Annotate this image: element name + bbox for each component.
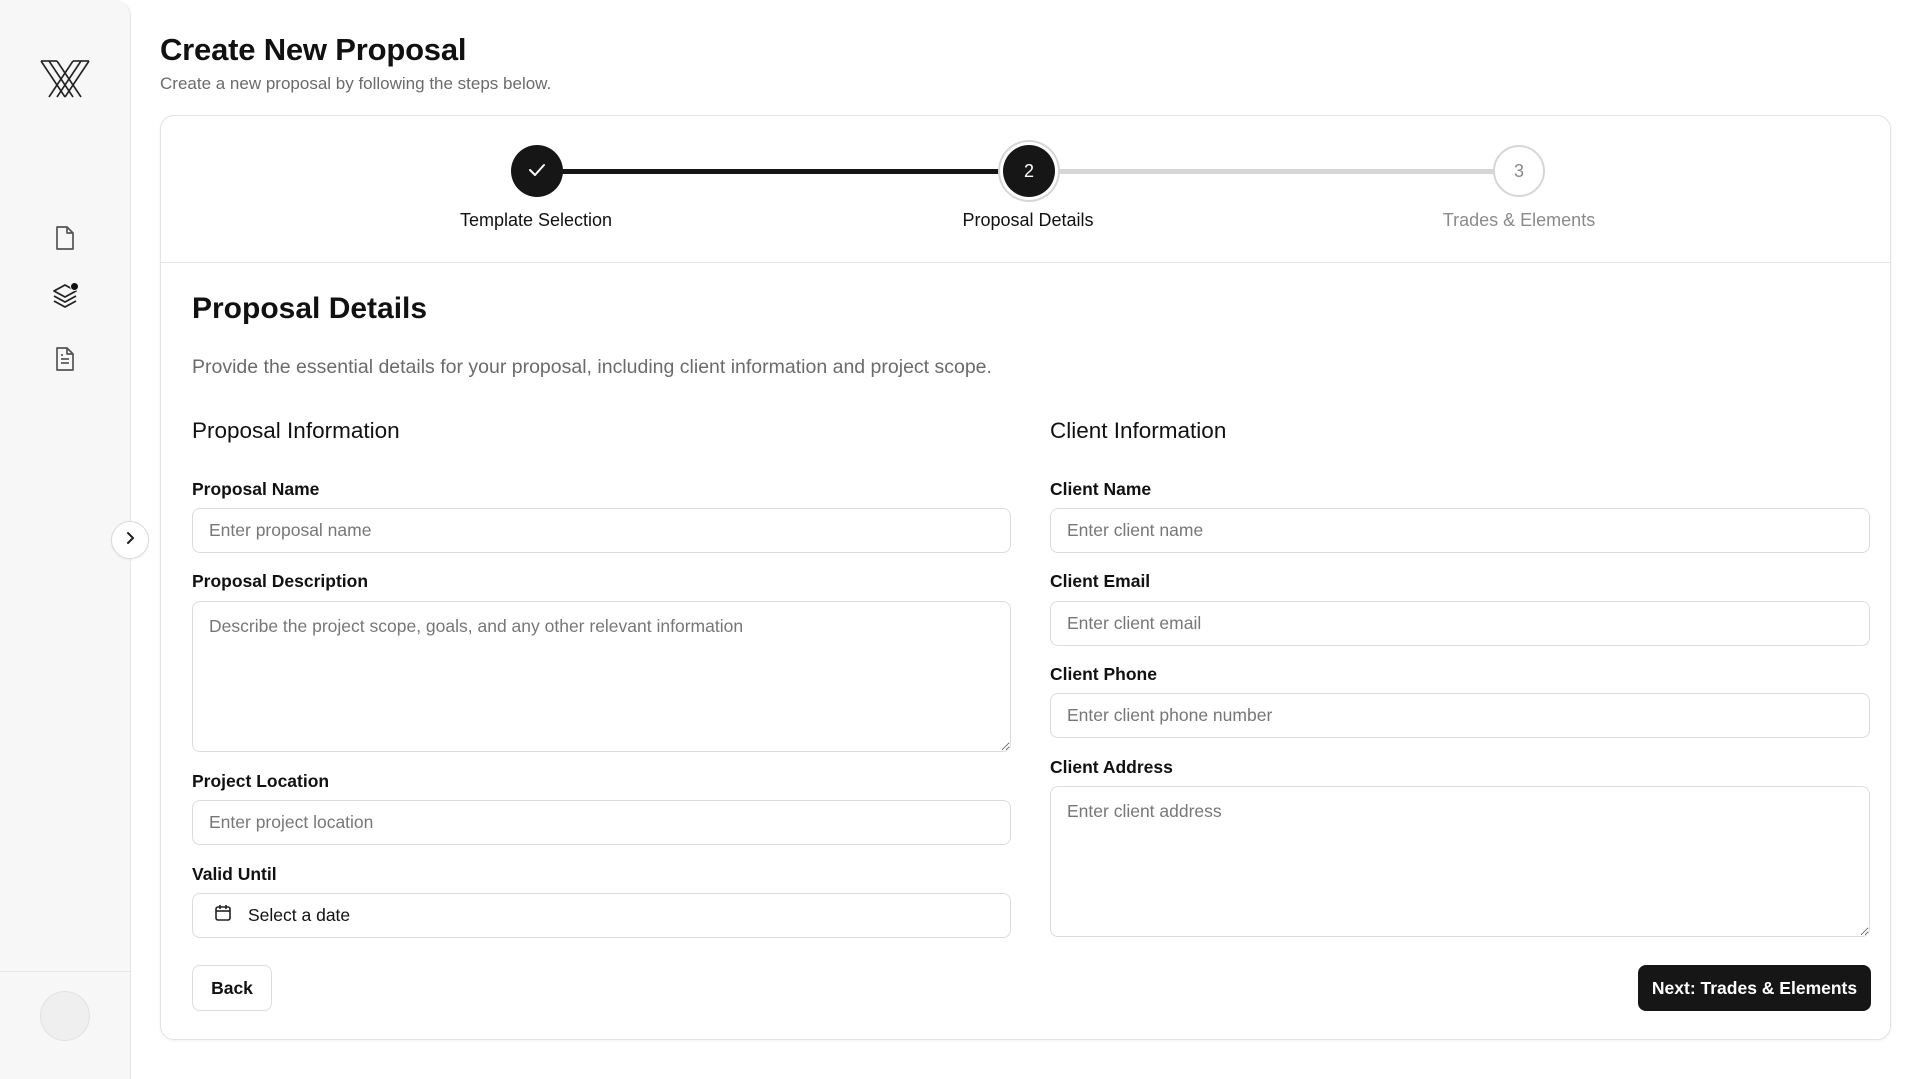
proposal-description-textarea[interactable] bbox=[192, 601, 1011, 752]
step-1-label[interactable]: Template Selection bbox=[406, 210, 666, 231]
proposal-name-input[interactable] bbox=[192, 508, 1011, 553]
section-description: Provide the essential details for your p… bbox=[192, 356, 992, 378]
section-title: Proposal Details bbox=[192, 292, 428, 325]
brand-logo-icon[interactable] bbox=[39, 58, 91, 100]
client-phone-input[interactable] bbox=[1050, 693, 1870, 738]
file-icon bbox=[53, 225, 77, 256]
project-location-input[interactable] bbox=[192, 800, 1011, 845]
page-title: Create New Proposal bbox=[160, 32, 467, 67]
avatar[interactable] bbox=[40, 991, 90, 1041]
client-name-label: Client Name bbox=[1050, 479, 1152, 499]
step-1-indicator[interactable] bbox=[511, 145, 563, 197]
valid-until-value: Select a date bbox=[248, 905, 351, 925]
sidebar-collapse-button[interactable] bbox=[111, 521, 149, 559]
file-text-icon bbox=[53, 346, 77, 377]
client-name-input[interactable] bbox=[1050, 508, 1870, 553]
back-button[interactable]: Back bbox=[192, 965, 272, 1011]
client-email-input[interactable] bbox=[1050, 601, 1870, 646]
proposal-name-label: Proposal Name bbox=[192, 479, 320, 499]
sidebar-item-templates[interactable] bbox=[49, 282, 81, 314]
sidebar-item-proposals[interactable] bbox=[49, 345, 81, 377]
chevron-right-icon bbox=[123, 531, 137, 550]
step-2-number: 2 bbox=[1023, 160, 1034, 181]
step-3-label[interactable]: Trades & Elements bbox=[1389, 210, 1649, 231]
proposal-description-label: Proposal Description bbox=[192, 571, 369, 591]
checkmark-icon bbox=[528, 161, 546, 182]
valid-until-label: Valid Until bbox=[192, 864, 277, 884]
project-location-label: Project Location bbox=[192, 771, 330, 791]
client-address-label: Client Address bbox=[1050, 757, 1173, 777]
notification-badge bbox=[70, 282, 79, 291]
client-address-textarea[interactable] bbox=[1050, 786, 1870, 937]
sidebar-divider bbox=[0, 971, 130, 972]
step-2-indicator[interactable]: 2 bbox=[1003, 145, 1055, 197]
proposal-info-title: Proposal Information bbox=[192, 418, 400, 443]
app-root: Create New Proposal Create a new proposa… bbox=[0, 0, 1919, 1079]
calendar-icon bbox=[214, 904, 232, 927]
step-connector-upcoming bbox=[1029, 169, 1519, 174]
step-2-label[interactable]: Proposal Details bbox=[898, 210, 1158, 231]
step-connector-completed bbox=[537, 169, 1029, 174]
stepper: Template Selection 2 Proposal Details 3 … bbox=[161, 116, 1890, 263]
proposal-form-card: Template Selection 2 Proposal Details 3 … bbox=[160, 115, 1891, 1040]
valid-until-date-picker[interactable]: Select a date bbox=[192, 893, 1011, 938]
next-trades-elements-button[interactable]: Next: Trades & Elements bbox=[1638, 965, 1871, 1011]
client-phone-label: Client Phone bbox=[1050, 664, 1157, 684]
step-3-indicator[interactable]: 3 bbox=[1493, 145, 1545, 197]
sidebar-item-documents[interactable] bbox=[49, 224, 81, 256]
client-email-label: Client Email bbox=[1050, 571, 1151, 591]
client-info-title: Client Information bbox=[1050, 418, 1227, 443]
page-subtitle: Create a new proposal by following the s… bbox=[160, 74, 552, 93]
step-3-number: 3 bbox=[1513, 160, 1524, 181]
